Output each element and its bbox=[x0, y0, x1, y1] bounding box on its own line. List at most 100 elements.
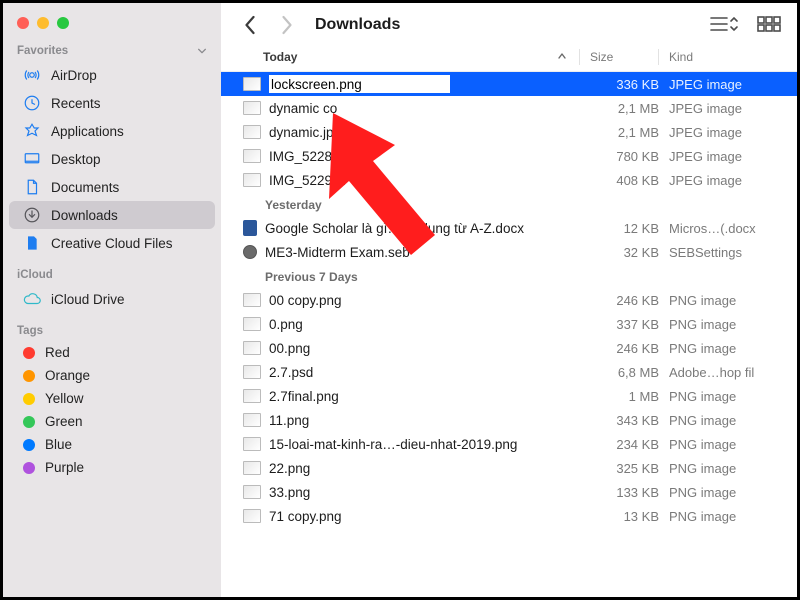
file-kind: JPEG image bbox=[669, 77, 781, 92]
sidebar-section-favorites-header[interactable]: Favorites bbox=[3, 43, 221, 61]
sidebar-section-icloud-header[interactable]: iCloud bbox=[3, 267, 221, 285]
file-name: ME3-Midterm Exam.seb bbox=[265, 245, 591, 260]
sidebar-section-label: Tags bbox=[17, 325, 43, 337]
tag-red[interactable]: Red bbox=[9, 341, 215, 364]
file-row[interactable]: 71 copy.png13 KBPNG image bbox=[221, 504, 797, 528]
file-size: 1 MB bbox=[591, 389, 669, 404]
tag-green[interactable]: Green bbox=[9, 410, 215, 433]
file-row[interactable]: 2.7.psd6,8 MBAdobe…hop fil bbox=[221, 360, 797, 384]
file-size: 2,1 MB bbox=[591, 125, 669, 140]
file-size: 133 KB bbox=[591, 485, 669, 500]
file-row[interactable]: 22.png325 KBPNG image bbox=[221, 456, 797, 480]
tag-color-dot bbox=[23, 462, 35, 474]
file-name bbox=[269, 75, 591, 93]
file-row[interactable]: 2.7final.png1 MBPNG image bbox=[221, 384, 797, 408]
file-row[interactable]: IMG_5228.JPG780 KBJPEG image bbox=[221, 144, 797, 168]
file-row[interactable]: dynamic co2,1 MBJPEG image bbox=[221, 96, 797, 120]
file-size: 2,1 MB bbox=[591, 101, 669, 116]
file-kind: PNG image bbox=[669, 509, 781, 524]
tag-label: Yellow bbox=[45, 391, 84, 406]
forward-button[interactable] bbox=[275, 13, 297, 37]
file-kind: PNG image bbox=[669, 461, 781, 476]
desktop-icon bbox=[23, 150, 41, 168]
file-name: Google Scholar là gì…sử dụng từ A-Z.docx bbox=[265, 221, 591, 236]
file-thumbnail-icon bbox=[243, 173, 261, 187]
file-size: 336 KB bbox=[591, 77, 669, 92]
file-thumbnail-icon bbox=[243, 125, 261, 139]
tag-purple[interactable]: Purple bbox=[9, 456, 215, 479]
main-content: Downloads Today Size Kind bbox=[221, 3, 797, 597]
file-name: 0.png bbox=[269, 317, 591, 332]
file-name: 2.7.psd bbox=[269, 365, 591, 380]
sidebar-item-desktop[interactable]: Desktop bbox=[9, 145, 215, 173]
sidebar-item-label: Desktop bbox=[51, 152, 101, 167]
sidebar-section-tags-header[interactable]: Tags bbox=[3, 323, 221, 341]
file-thumbnail-icon bbox=[243, 245, 257, 259]
file-row[interactable]: dynamic.jpg2,1 MBJPEG image bbox=[221, 120, 797, 144]
window-title: Downloads bbox=[315, 16, 400, 34]
sidebar-item-icloud-drive[interactable]: iCloud Drive bbox=[9, 285, 215, 313]
file-kind: PNG image bbox=[669, 413, 781, 428]
file-name: 00.png bbox=[269, 341, 591, 356]
close-window-button[interactable] bbox=[17, 17, 29, 29]
group-header: Previous 7 Days bbox=[221, 264, 797, 288]
tag-label: Purple bbox=[45, 460, 84, 475]
file-size: 408 KB bbox=[591, 173, 669, 188]
rename-input[interactable] bbox=[269, 75, 450, 93]
sidebar-item-downloads[interactable]: Downloads bbox=[9, 201, 215, 229]
sidebar: Favorites AirDrop Recents Applications bbox=[3, 3, 221, 597]
file-row[interactable]: ME3-Midterm Exam.seb32 KBSEBSettings bbox=[221, 240, 797, 264]
file-size: 13 KB bbox=[591, 509, 669, 524]
toolbar: Downloads bbox=[221, 3, 797, 45]
sidebar-item-airdrop[interactable]: AirDrop bbox=[9, 61, 215, 89]
file-thumbnail-icon bbox=[243, 101, 261, 115]
file-thumbnail-icon bbox=[243, 149, 261, 163]
view-gallery-button[interactable] bbox=[757, 16, 781, 35]
back-button[interactable] bbox=[239, 13, 261, 37]
zoom-window-button[interactable] bbox=[57, 17, 69, 29]
file-row[interactable]: 15-loai-mat-kinh-ra…-dieu-nhat-2019.png2… bbox=[221, 432, 797, 456]
sidebar-item-applications[interactable]: Applications bbox=[9, 117, 215, 145]
file-name: 00 copy.png bbox=[269, 293, 591, 308]
tag-label: Green bbox=[45, 414, 83, 429]
file-row[interactable]: Google Scholar là gì…sử dụng từ A-Z.docx… bbox=[221, 216, 797, 240]
sort-ascending-icon bbox=[557, 50, 567, 64]
sidebar-item-creative-cloud[interactable]: Creative Cloud Files bbox=[9, 229, 215, 257]
file-size: 246 KB bbox=[591, 341, 669, 356]
file-row[interactable]: 11.png343 KBPNG image bbox=[221, 408, 797, 432]
file-kind: PNG image bbox=[669, 317, 781, 332]
file-kind: Adobe…hop fil bbox=[669, 365, 781, 380]
tag-color-dot bbox=[23, 393, 35, 405]
view-list-button[interactable] bbox=[709, 15, 739, 36]
file-name: 11.png bbox=[269, 413, 591, 428]
minimize-window-button[interactable] bbox=[37, 17, 49, 29]
column-separator bbox=[658, 49, 659, 65]
sidebar-item-recents[interactable]: Recents bbox=[9, 89, 215, 117]
tag-orange[interactable]: Orange bbox=[9, 364, 215, 387]
file-kind: PNG image bbox=[669, 485, 781, 500]
file-row[interactable]: 00.png246 KBPNG image bbox=[221, 336, 797, 360]
tag-yellow[interactable]: Yellow bbox=[9, 387, 215, 410]
tag-blue[interactable]: Blue bbox=[9, 433, 215, 456]
sidebar-item-documents[interactable]: Documents bbox=[9, 173, 215, 201]
column-size-header[interactable]: Size bbox=[590, 50, 658, 64]
file-row[interactable]: 33.png133 KBPNG image bbox=[221, 480, 797, 504]
file-kind: PNG image bbox=[669, 341, 781, 356]
file-kind: JPEG image bbox=[669, 125, 781, 140]
file-thumbnail-icon bbox=[243, 509, 261, 523]
cloud-icon bbox=[23, 290, 41, 308]
column-kind-header[interactable]: Kind bbox=[669, 50, 781, 64]
chevron-down-icon bbox=[197, 46, 207, 56]
column-name-header[interactable]: Today bbox=[263, 50, 579, 64]
file-kind: JPEG image bbox=[669, 101, 781, 116]
file-size: 325 KB bbox=[591, 461, 669, 476]
file-row[interactable]: 0.png337 KBPNG image bbox=[221, 312, 797, 336]
file-list[interactable]: 336 KBJPEG imagedynamic co2,1 MBJPEG ima… bbox=[221, 72, 797, 597]
tag-label: Red bbox=[45, 345, 70, 360]
file-row[interactable]: IMG_5229.JPG408 KBJPEG image bbox=[221, 168, 797, 192]
file-row[interactable]: 00 copy.png246 KBPNG image bbox=[221, 288, 797, 312]
file-row[interactable]: 336 KBJPEG image bbox=[221, 72, 797, 96]
file-thumbnail-icon bbox=[243, 461, 261, 475]
file-kind: SEBSettings bbox=[669, 245, 781, 260]
file-thumbnail-icon bbox=[243, 293, 261, 307]
